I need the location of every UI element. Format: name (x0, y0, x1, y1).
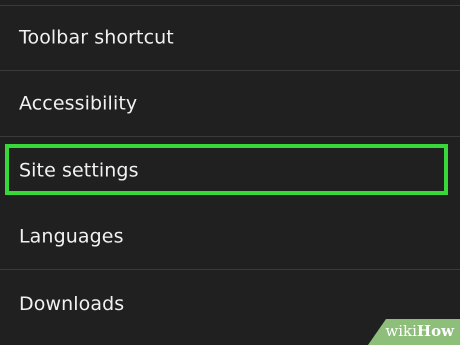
watermark-how: How (416, 322, 454, 340)
settings-item-site-settings[interactable]: Site settings (0, 138, 460, 203)
settings-item-toolbar-shortcut[interactable]: Toolbar shortcut (0, 6, 460, 71)
settings-item-languages[interactable]: Languages (0, 205, 460, 270)
settings-list: Toolbar shortcut Accessibility Site sett… (0, 0, 460, 345)
settings-item-label: Languages (19, 225, 124, 248)
settings-item-accessibility[interactable]: Accessibility (0, 72, 460, 137)
watermark-text: wikiHow (385, 322, 454, 340)
watermark-wiki: wiki (385, 322, 417, 340)
settings-item-label: Site settings (19, 159, 139, 182)
settings-item-label: Toolbar shortcut (19, 26, 174, 49)
settings-item-label: Accessibility (19, 92, 138, 115)
settings-item-label: Downloads (19, 293, 125, 315)
